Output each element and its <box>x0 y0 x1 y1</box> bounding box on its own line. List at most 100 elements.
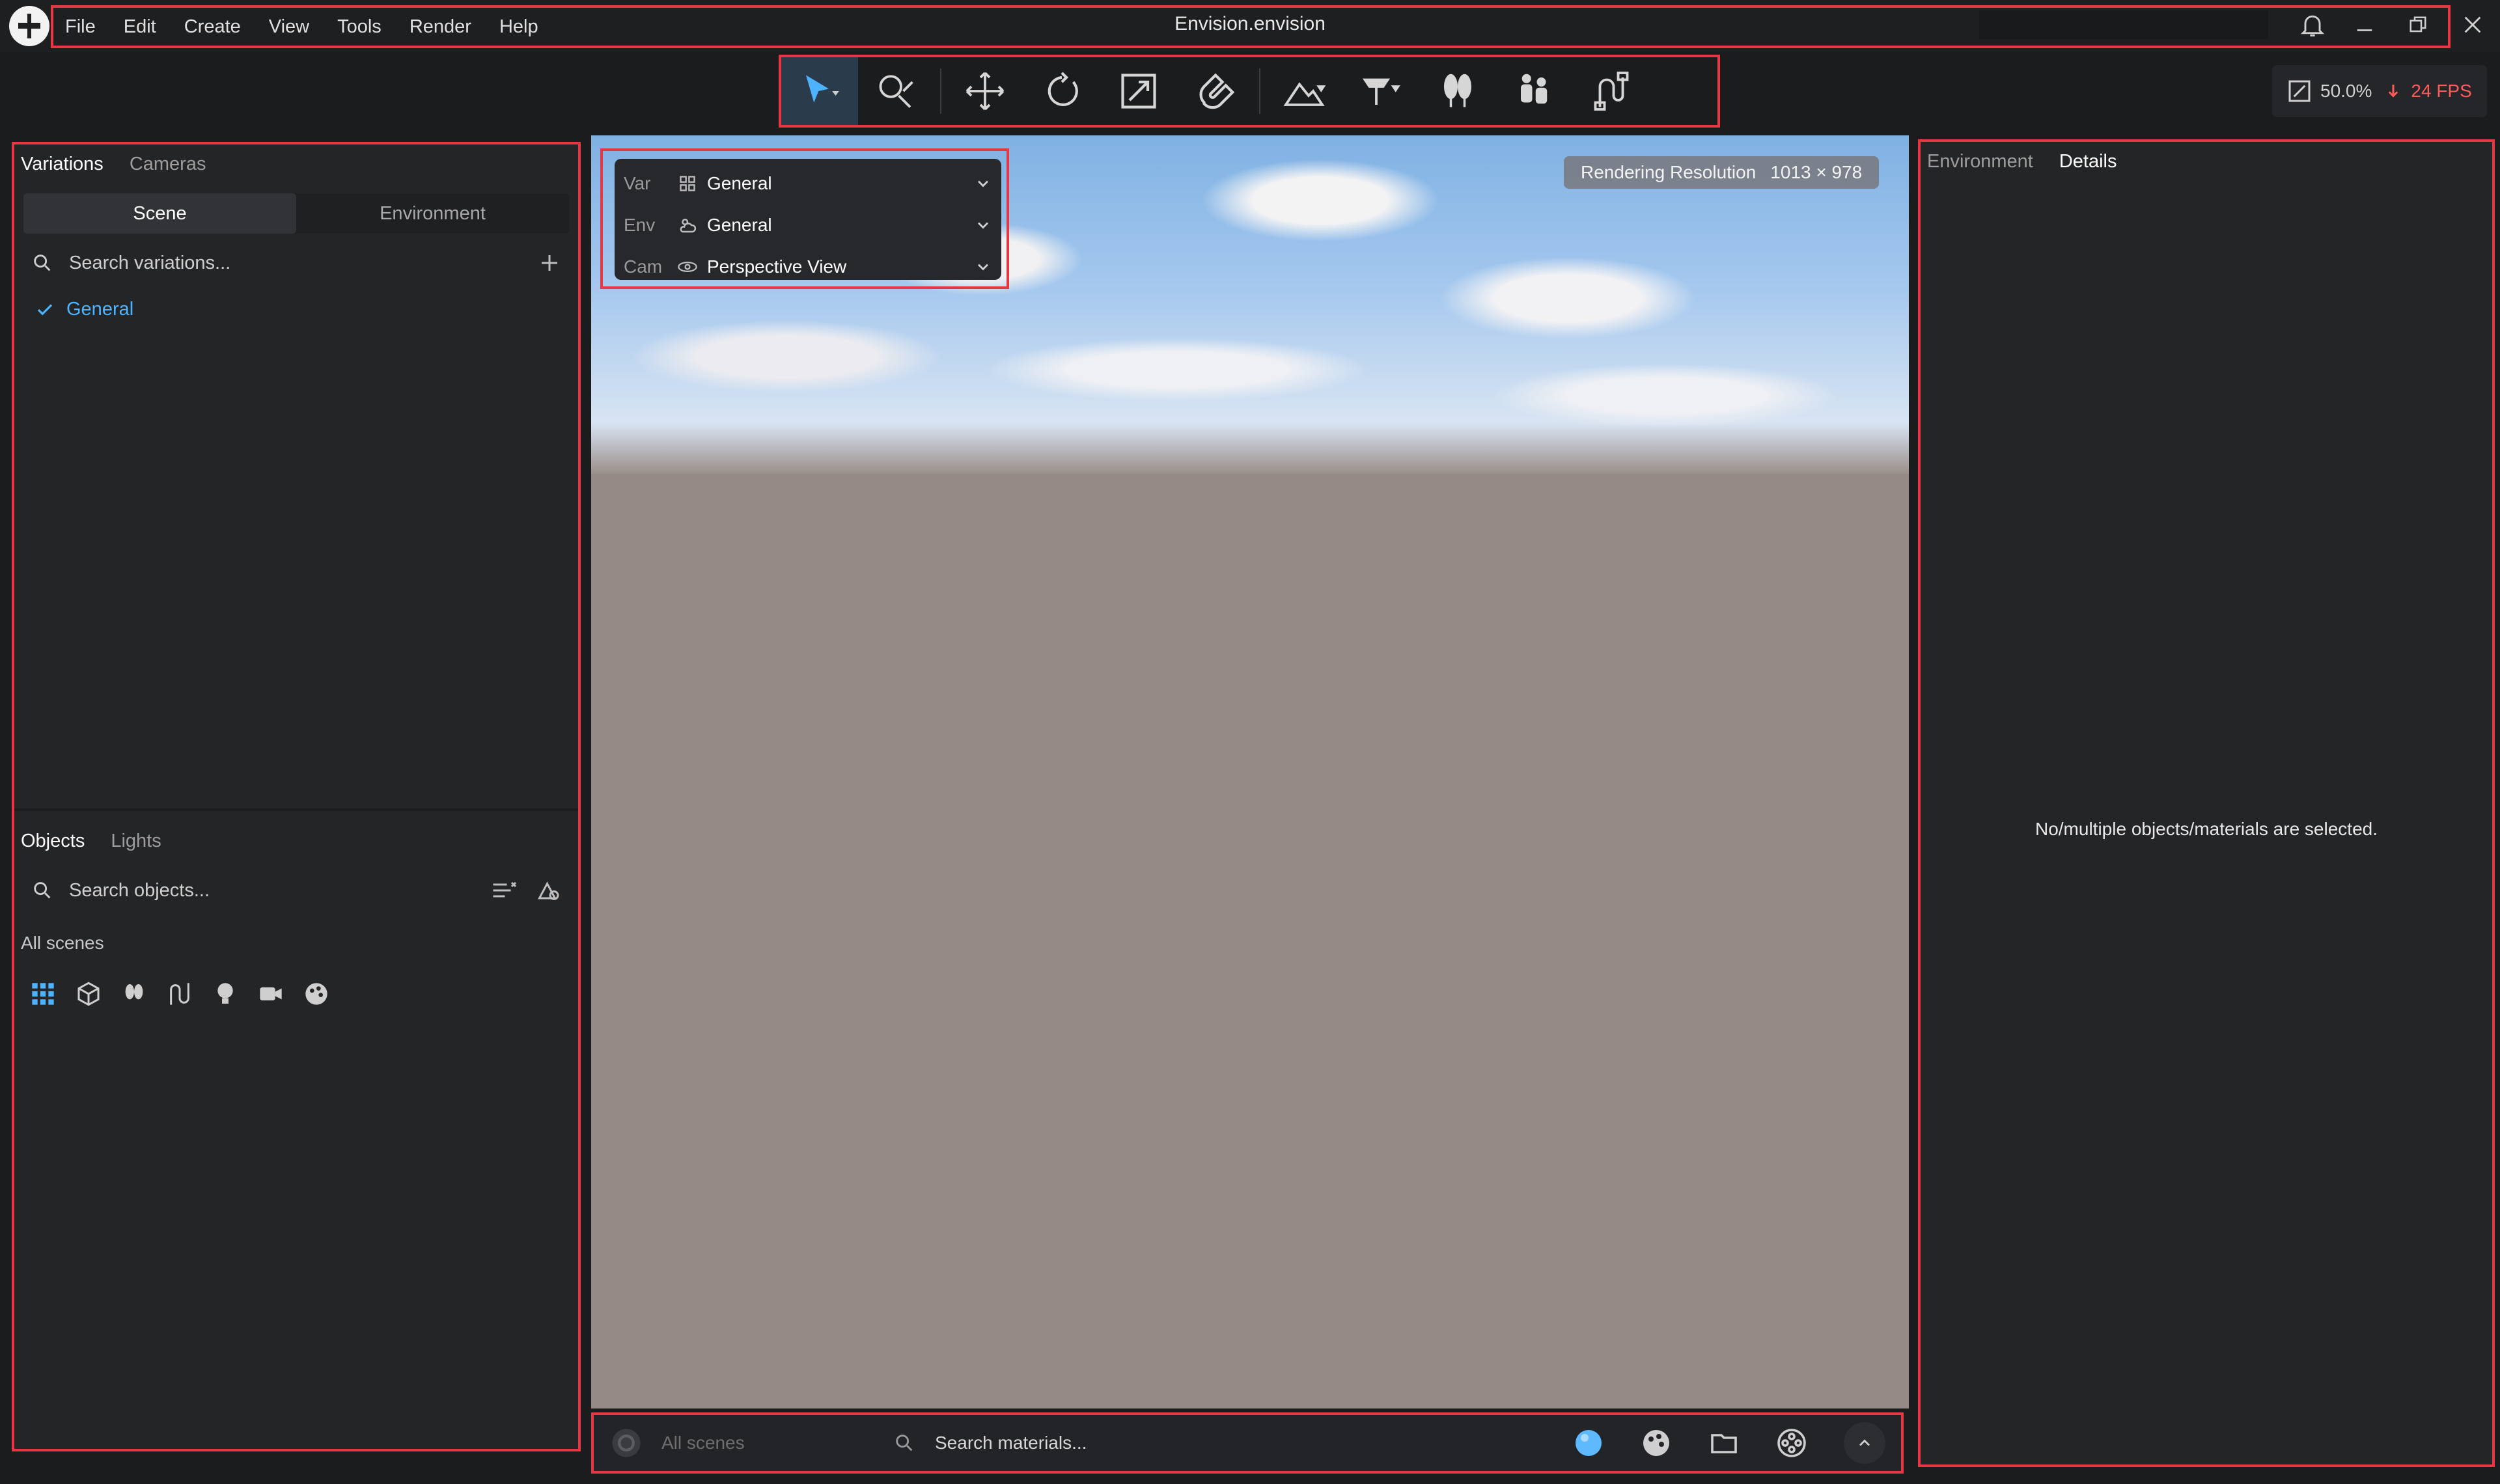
road-sign-icon <box>1362 78 1400 105</box>
terrain-icon <box>1283 82 1326 106</box>
objects-section: Objects Lights Search objects... All sce… <box>14 821 578 1034</box>
menu-tools[interactable]: Tools <box>337 16 382 38</box>
camera-view-icon <box>673 257 702 277</box>
road-tool-button[interactable] <box>1342 57 1419 125</box>
selector-label: Var <box>624 173 651 193</box>
rotate-tool-button[interactable] <box>1023 57 1100 125</box>
right-panel: Environment Details No/multiple objects/… <box>1918 139 2495 1467</box>
details-tabs: Environment Details <box>1921 142 2492 182</box>
fps-readout: 24 FPS <box>2411 81 2472 101</box>
variations-search-row: Search variations... <box>14 234 578 292</box>
weather-icon <box>673 215 702 235</box>
material-search[interactable]: Search materials... <box>893 1432 1573 1454</box>
add-icon[interactable] <box>538 251 561 275</box>
app-window: File Edit Create View Tools Render Help … <box>0 0 2500 1484</box>
scale-tool-button[interactable] <box>1100 57 1177 125</box>
segment-environment[interactable]: Environment <box>296 193 569 234</box>
empty-selection-message: No/multiple objects/materials are select… <box>2035 819 2378 839</box>
material-palette-icon[interactable] <box>302 980 331 1008</box>
arrow-down-icon <box>2389 85 2398 98</box>
material-sphere-icon[interactable] <box>1573 1427 1604 1459</box>
palette-icon[interactable] <box>1641 1427 1672 1459</box>
tab-objects[interactable]: Objects <box>21 831 85 852</box>
variation-selector[interactable]: Var General <box>615 163 1001 204</box>
scope-label: All scenes <box>21 933 104 953</box>
menu-file[interactable]: File <box>65 16 96 38</box>
rotate-icon <box>1048 72 1078 107</box>
scope-segment: Scene Environment <box>23 193 569 234</box>
objects-tabs: Objects Lights <box>14 821 578 861</box>
all-types-grid-icon[interactable] <box>29 980 57 1008</box>
viewport-stats[interactable]: 50.0% 24 FPS <box>2272 65 2487 117</box>
3d-viewport[interactable]: Rendering Resolution 1013 × 978 <box>591 135 1909 1408</box>
objects-search-input[interactable]: Search objects... <box>69 880 490 901</box>
minimize-icon[interactable] <box>2346 7 2383 43</box>
toolbar-separator <box>940 68 941 114</box>
vegetation-tool-button[interactable] <box>1419 57 1496 125</box>
people-icon <box>1521 74 1548 104</box>
chevron-down-icon <box>978 264 988 271</box>
collapse-button[interactable] <box>1844 1422 1885 1464</box>
menu-edit[interactable]: Edit <box>124 16 156 38</box>
variations-search-input[interactable]: Search variations... <box>69 253 538 274</box>
selector-label: Cam <box>624 256 663 277</box>
material-pick-tool-button[interactable] <box>858 57 935 125</box>
globe-icon <box>612 1429 641 1457</box>
magnet-icon <box>1199 73 1235 109</box>
snap-tool-button[interactable] <box>1177 57 1254 125</box>
move-arrows-icon <box>965 72 1005 111</box>
path-tool-button[interactable] <box>1573 57 1650 125</box>
main-toolbar <box>779 55 1720 128</box>
tab-details[interactable]: Details <box>2059 151 2117 172</box>
title-bar: File Edit Create View Tools Render Help … <box>0 0 2500 52</box>
object-type-filters <box>14 954 578 1034</box>
tab-environment[interactable]: Environment <box>1927 151 2033 172</box>
people-tool-button[interactable] <box>1496 57 1573 125</box>
chevron-down-icon <box>978 180 988 187</box>
segment-scene[interactable]: Scene <box>23 193 296 234</box>
light-bulb-icon[interactable] <box>211 980 240 1008</box>
variations-tabs: Variations Cameras <box>14 144 578 184</box>
material-search-input[interactable]: Search materials... <box>935 1433 1087 1453</box>
trees-icon[interactable] <box>120 980 148 1008</box>
menu-view[interactable]: View <box>269 16 309 38</box>
scale-icon <box>1121 74 1156 109</box>
variation-item[interactable]: General <box>14 292 578 327</box>
search-icon <box>896 1435 913 1451</box>
close-icon[interactable] <box>2454 7 2491 43</box>
material-bar-icons <box>1573 1422 1885 1464</box>
menu-create[interactable]: Create <box>184 16 241 38</box>
select-tool-button[interactable] <box>781 57 858 125</box>
viewport-selector-highlight: Var General Env General Cam Perspective … <box>600 148 1009 289</box>
camera-selector[interactable]: Cam Perspective View <box>615 246 1001 288</box>
notification-bell-icon[interactable] <box>2294 7 2331 43</box>
menu-help[interactable]: Help <box>499 16 538 38</box>
variation-label: General <box>66 299 134 320</box>
material-scope[interactable]: All scenes <box>594 1426 893 1460</box>
terrain-tool-button[interactable] <box>1266 57 1342 125</box>
move-tool-button[interactable] <box>947 57 1023 125</box>
tab-cameras[interactable]: Cameras <box>130 154 206 175</box>
shapes-icon[interactable] <box>535 879 561 902</box>
selector-value: General <box>707 215 772 235</box>
tab-variations[interactable]: Variations <box>21 154 104 175</box>
cube-icon[interactable] <box>74 980 103 1008</box>
folder-icon[interactable] <box>1708 1427 1740 1459</box>
rendering-resolution-label: Rendering Resolution <box>1581 162 1757 182</box>
restore-icon[interactable] <box>2400 7 2436 43</box>
selector-value: General <box>707 173 772 193</box>
menu-render[interactable]: Render <box>410 16 471 38</box>
environment-selector[interactable]: Env General <box>615 204 1001 246</box>
film-reel-icon[interactable] <box>1776 1427 1807 1459</box>
filter-icon[interactable] <box>490 879 518 902</box>
spline-icon[interactable] <box>165 980 194 1008</box>
chevron-down-icon <box>978 222 988 229</box>
tab-lights[interactable]: Lights <box>111 831 161 852</box>
camera-icon[interactable] <box>257 980 285 1008</box>
title-search-field[interactable] <box>1979 10 2268 39</box>
rendering-resolution-badge: Rendering Resolution 1013 × 978 <box>1564 156 1880 189</box>
chevron-up-icon <box>1859 1439 1870 1446</box>
panel-splitter[interactable] <box>14 808 578 811</box>
resolution-scale-icon <box>2288 80 2311 102</box>
search-icon <box>34 254 51 271</box>
